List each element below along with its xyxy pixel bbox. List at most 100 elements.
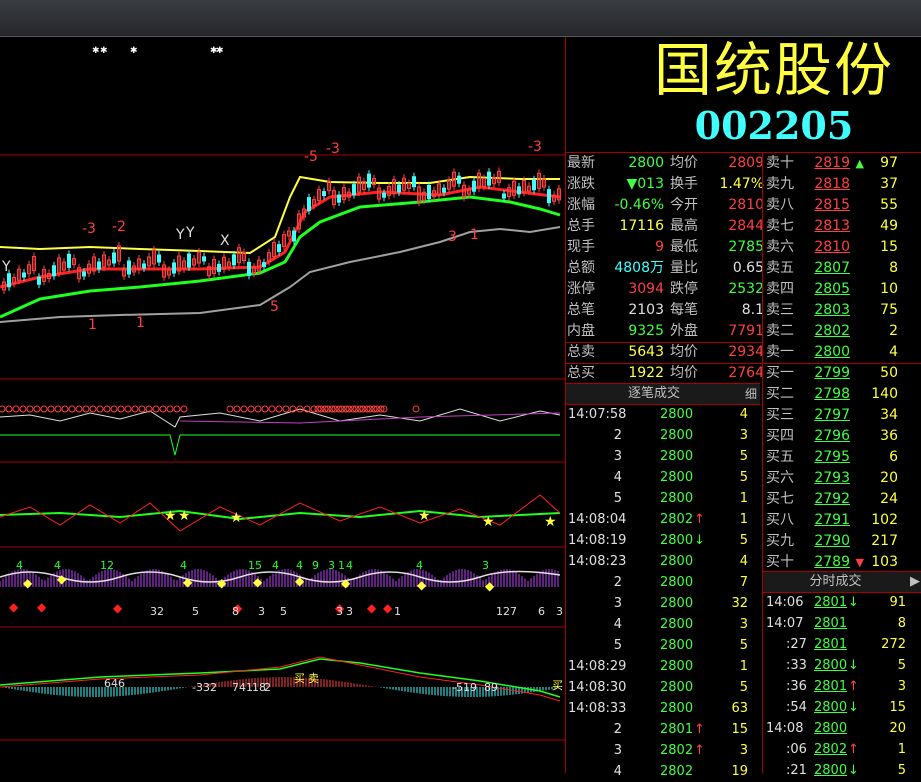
order-level-label: 卖五 [766, 260, 794, 276]
tick-price: 2800 [660, 659, 694, 674]
tick-row[interactable]: 14:08:33 2800 63 [566, 698, 762, 719]
tick-row[interactable]: 14:08:29 2800 1 [566, 656, 762, 677]
order-book-row[interactable]: 买十 2789 ▼ 103 [766, 552, 921, 573]
minute-row[interactable]: 14:06 2801 ↓ 91 [764, 592, 921, 613]
tick-price: 2801 [660, 722, 694, 737]
minute-row[interactable]: :06 2802 ↑ 1 [764, 739, 921, 760]
candle-body [547, 189, 551, 204]
tick-row[interactable]: 4 2800 3 [566, 614, 762, 635]
order-volume: 24 [880, 491, 898, 507]
candle-body [67, 253, 71, 268]
minute-row[interactable]: :54 2800 ↓ 15 [764, 697, 921, 718]
order-book-row[interactable]: 卖三 2803 75 [766, 300, 921, 321]
minute-row[interactable]: 14:08 2800 20 [764, 718, 921, 739]
minute-volume: 272 [881, 637, 906, 652]
order-book-row[interactable]: 卖六 2810 15 [766, 237, 921, 258]
order-level-label: 买一 [766, 365, 794, 381]
order-book-row[interactable]: 卖一 2800 4 [766, 342, 921, 363]
order-book-row[interactable]: 买六 2793 20 [766, 468, 921, 489]
order-book-row[interactable]: 卖十 2819 ▲ 97 [766, 153, 921, 174]
tick-header[interactable]: 逐笔成交 [566, 383, 742, 405]
minute-row[interactable]: :36 2801 ↑ 3 [764, 676, 921, 697]
tick-row[interactable]: 14:08:23 2800 4 [566, 551, 762, 572]
order-book-row[interactable]: 买九 2790 217 [766, 531, 921, 552]
tick-row[interactable]: 14:08:04 2802 ↑ 1 [566, 509, 762, 530]
order-book-row[interactable]: 买七 2792 24 [766, 489, 921, 510]
quote-label: 涨跌 [567, 176, 595, 192]
minute-header[interactable]: 分时成交 [763, 571, 908, 593]
tick-volume: 4 [739, 407, 748, 422]
order-book-row[interactable]: 卖八 2815 55 [766, 195, 921, 216]
stock-code: 002205 [694, 103, 854, 148]
order-book-row[interactable]: 卖九 2818 37 [766, 174, 921, 195]
order-price: 2798 [814, 386, 850, 402]
tick-detail-button[interactable]: 细 [742, 383, 760, 405]
candle-body [127, 260, 131, 275]
tick-row[interactable]: 3 2800 32 [566, 593, 762, 614]
tick-price: 2800 [660, 638, 694, 653]
tick-row[interactable]: 2 2800 3 [566, 425, 762, 446]
order-book-row[interactable]: 买八 2791 102 [766, 510, 921, 531]
order-book-row[interactable]: 买二 2798 140 [766, 384, 921, 405]
order-book-row[interactable]: 买一 2799 50 [766, 363, 921, 384]
tick-row[interactable]: 5 2800 5 [566, 635, 762, 656]
tick-row[interactable]: 4 2800 5 [566, 467, 762, 488]
order-book-row[interactable]: 卖七 2813 49 [766, 216, 921, 237]
diamond-icon: ◆ [217, 576, 227, 590]
order-book-row[interactable]: 买四 2796 36 [766, 426, 921, 447]
order-book-row[interactable]: 买五 2795 6 [766, 447, 921, 468]
order-book-row[interactable]: 卖四 2805 10 [766, 279, 921, 300]
arrow-down-icon: ↓ [694, 533, 705, 548]
order-price: 2799 [814, 365, 850, 381]
order-book-row[interactable]: 买三 2797 34 [766, 405, 921, 426]
candle-body [442, 187, 446, 193]
tick-row[interactable]: 2 2800 7 [566, 572, 762, 593]
tick-row[interactable]: 5 2800 1 [566, 488, 762, 509]
quote-label: 现手 [567, 239, 595, 255]
tick-row[interactable]: 3 2802 ↑ 3 [566, 740, 762, 761]
tick-row[interactable]: 14:08:30 2800 5 [566, 677, 762, 698]
candle-body [487, 171, 491, 186]
candle-body [142, 263, 146, 269]
indicator-dot [152, 405, 160, 413]
tick-row[interactable]: 2 2801 ↑ 15 [566, 719, 762, 740]
tick-row[interactable]: 3 2800 5 [566, 446, 762, 467]
quote-value: 9 [655, 239, 664, 255]
tick-volume: 1 [739, 491, 748, 506]
quote-row: 总买 1922 均价 2764 [566, 363, 766, 384]
kline-chart-area[interactable]: -3 -2 Y Y X5-5 -3 -33 11 1Y✱ ✱ ✱ ✱✱★ ★ ★ ★ ★ ★◆ ◆ ◆ ◆ ◆ ◆ ◆ ◆ ◆◆… [0, 37, 565, 773]
order-price: 2802 [814, 323, 850, 339]
minute-price: 2802 [814, 742, 848, 757]
candle-body [352, 184, 356, 196]
tick-time: 4 [613, 470, 622, 485]
tick-price: 2800 [660, 701, 694, 716]
tick-volume: 1 [739, 512, 748, 527]
minute-row[interactable]: :21 2800 ↓ 5 [764, 760, 921, 781]
quote-label: 涨幅 [567, 197, 595, 213]
chart-mark-label: -3 [82, 221, 96, 237]
arrow-down-icon: ↓ [848, 700, 859, 715]
minute-row[interactable]: :27 2801 272 [764, 634, 921, 655]
order-volume: 10 [880, 281, 898, 297]
star-icon: ✱ [130, 46, 138, 56]
indicator-number: 12 [100, 559, 114, 572]
tick-time: 14:08:33 [568, 701, 627, 716]
tick-row[interactable]: 4 2802 19 [566, 761, 762, 782]
indicator-dot [138, 405, 146, 413]
order-book-row[interactable]: 卖二 2802 2 [766, 321, 921, 342]
tick-row[interactable]: 14:07:58 2800 4 [566, 404, 762, 425]
order-level-label: 卖四 [766, 281, 794, 297]
order-volume: 103 [871, 554, 898, 570]
minute-next-button[interactable]: ▶ [908, 571, 921, 593]
quote-value: 2764 [728, 365, 764, 381]
chart-mark-label: 3 [448, 229, 457, 245]
minute-row[interactable]: 14:07 2801 8 [764, 613, 921, 634]
tick-row[interactable]: 14:08:19 2800 ↓ 5 [566, 530, 762, 551]
minute-volume: 3 [897, 679, 906, 694]
order-book-row[interactable]: 卖五 2807 8 [766, 258, 921, 279]
chart-mark-label: -5 [304, 149, 318, 165]
quote-value: 2103 [628, 302, 664, 318]
minute-row[interactable]: :33 2800 ↓ 5 [764, 655, 921, 676]
indicator-dot [103, 405, 111, 413]
indicator-number: 3 [556, 605, 563, 618]
